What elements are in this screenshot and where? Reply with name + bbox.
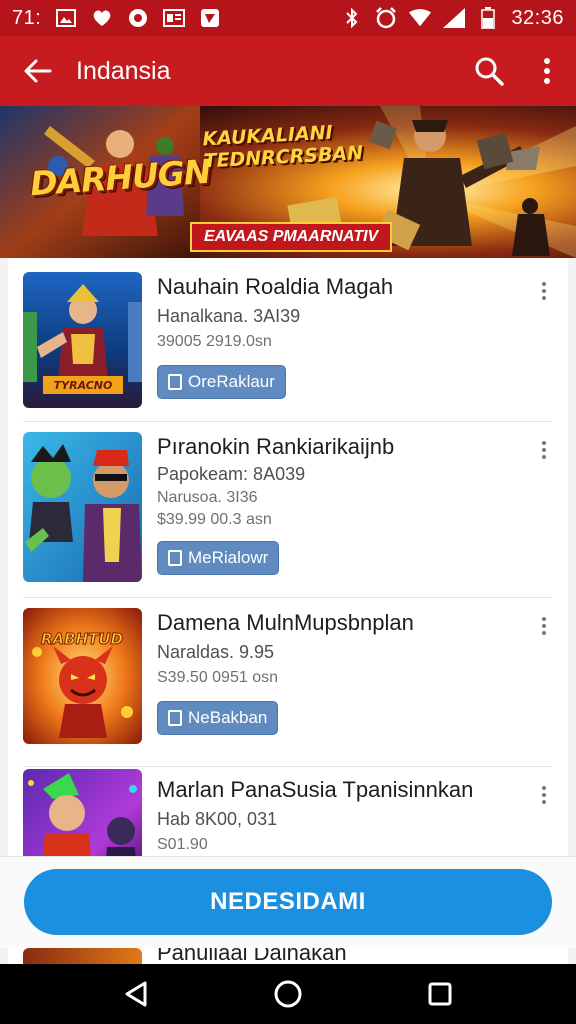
wifi-icon [409, 7, 432, 29]
record-icon [127, 7, 149, 29]
list-item[interactable]: Pıranokin Rankiarikaijnb Papokeam: 8A039… [8, 422, 568, 597]
battery-icon [477, 7, 499, 29]
list-item-peek[interactable]: Panuliaal Dainakan [8, 948, 568, 964]
alarm-icon [375, 7, 397, 29]
bookmark-icon [168, 710, 182, 726]
back-button[interactable] [0, 36, 76, 106]
game-subtitle: Hanalkana. 3AI39 [157, 306, 301, 326]
bottom-action-bar: NEDESIDAMI [0, 856, 576, 948]
game-thumbnail [23, 432, 142, 582]
game-title: Damena MulnMupsbnplan [157, 610, 414, 635]
photo-icon [199, 7, 221, 29]
game-subtitle: Naraldas. 9.95 [157, 642, 275, 662]
item-more-button[interactable] [532, 612, 556, 640]
item-action-button[interactable]: MeRialowr [157, 541, 280, 575]
item-more-button[interactable] [532, 277, 556, 305]
game-meta: 39005 2919.0sn [157, 333, 272, 350]
item-action-button[interactable]: NeBakban [157, 701, 279, 735]
item-more-button[interactable] [532, 781, 556, 809]
search-icon [475, 57, 504, 86]
status-time: 32:36 [511, 6, 564, 29]
triangle-back-icon [125, 981, 147, 1007]
heart-icon [91, 7, 113, 29]
signal-icon [443, 7, 466, 29]
game-thumbnail: RABHTUD [23, 608, 142, 744]
item-action-label: NeBakban [188, 708, 268, 727]
news-icon [163, 7, 186, 29]
nav-home-button[interactable] [258, 964, 318, 1024]
list-item[interactable]: TYRACNO Nauhain Roaldia Magah Hanalkana.… [8, 258, 568, 423]
game-meta: Narusoa. 3I36 [157, 489, 258, 506]
circle-home-icon [274, 980, 302, 1008]
game-subtitle: Papokeam: 8A039 [157, 464, 306, 484]
list-item[interactable]: RABHTUD Damena MulnMupsbnplan Naraldas. … [8, 598, 568, 766]
item-action-label: OreRaklaur [188, 372, 275, 391]
banner-pill[interactable]: EAVAAS PMAARNATIV [190, 222, 393, 252]
bookmark-icon [168, 550, 182, 566]
status-bar: 71: 32:36 [0, 0, 576, 36]
item-action-button[interactable]: OreRaklaur [157, 365, 286, 399]
image-icon [55, 7, 77, 29]
svg-text:TYRACNO: TYRACNO [54, 379, 113, 392]
bluetooth-icon [341, 7, 363, 29]
arrow-left-icon [24, 59, 52, 83]
game-subtitle: Hab 8K00, 031 [157, 809, 278, 829]
nav-back-button[interactable] [106, 964, 166, 1024]
game-thumbnail [23, 948, 142, 964]
game-thumbnail: TYRACNO [23, 272, 142, 408]
game-meta: $39.99 00.3 asn [157, 511, 272, 528]
system-nav-bar [0, 964, 576, 1024]
game-title: Marlan PanaSusia Tpanisinnkan [157, 777, 474, 802]
game-title: Panuliaal Dainakan [157, 948, 347, 964]
more-vertical-icon [544, 58, 550, 84]
banner-headline: KAUKALIANI TEDNRCRSBAN [201, 121, 364, 173]
app-screen: 71: 32:36 Indansia DARHUGN KAUKALIANI TE… [0, 0, 576, 1024]
game-meta: S39.50 0951 osn [157, 669, 278, 686]
promo-banner[interactable]: DARHUGN KAUKALIANI TEDNRCRSBAN EAVAAS PM… [0, 106, 576, 258]
square-recents-icon [428, 982, 452, 1006]
status-left-text: 71: [12, 6, 42, 29]
bookmark-icon [168, 374, 182, 390]
search-button[interactable] [460, 36, 518, 106]
nav-recents-button[interactable] [410, 964, 470, 1024]
item-more-button[interactable] [532, 436, 556, 464]
page-title: Indansia [76, 56, 171, 85]
primary-action-button[interactable]: NEDESIDAMI [24, 869, 552, 935]
game-meta: S01.90 [157, 836, 208, 853]
item-action-label: MeRialowr [188, 548, 269, 567]
svg-text:RABHTUD: RABHTUD [41, 630, 123, 648]
game-title: Pıranokin Rankiarikaijnb [157, 434, 395, 459]
app-bar: Indansia [0, 36, 576, 106]
game-title: Nauhain Roaldia Magah [157, 274, 394, 299]
overflow-menu-button[interactable] [518, 36, 576, 106]
